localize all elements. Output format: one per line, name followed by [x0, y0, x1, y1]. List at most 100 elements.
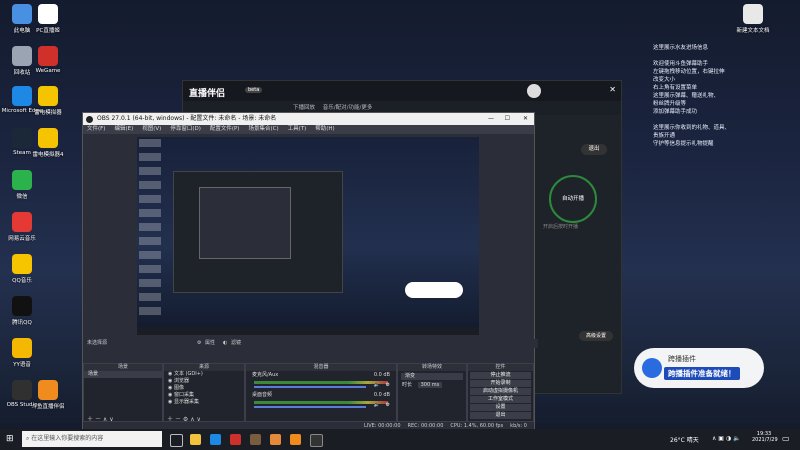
- settings-button[interactable]: 高级设置: [579, 331, 613, 341]
- desktop-icon[interactable]: 网易云音乐: [0, 212, 44, 242]
- wegame-icon[interactable]: [230, 434, 241, 445]
- menu-item[interactable]: 文件(F): [87, 126, 105, 132]
- volume-slider[interactable]: 🔈 ⚙: [254, 382, 390, 388]
- desktop-app-icon: [38, 128, 58, 148]
- channel-name: 麦克风/Aux: [252, 372, 279, 378]
- desktop-icon[interactable]: YY语音: [0, 338, 44, 368]
- volume-meter: [254, 381, 388, 384]
- menu-item[interactable]: 帮助(H): [315, 126, 334, 132]
- search-box[interactable]: ⌕ 在这里输入你要搜索的内容: [22, 431, 162, 447]
- speaker-icon[interactable]: 🔈: [374, 382, 380, 388]
- desktop-app-icon: [12, 170, 32, 190]
- start-button[interactable]: ⊞: [6, 434, 14, 444]
- virtual-camera-button[interactable]: 启动虚拟摄像机: [470, 388, 531, 395]
- tab-more[interactable]: 音乐/配对/功能/更多: [323, 105, 373, 111]
- desktop-icon-text-document[interactable]: 新建文本文档: [731, 4, 775, 34]
- source-item[interactable]: ◉ 文本 (GDI+): [164, 371, 244, 378]
- obs-window[interactable]: OBS 27.0.1 (64-bit, windows) - 配置文件: 未命名…: [82, 112, 538, 432]
- danmaku-info-line: 这里展示弹幕、赠送礼物、: [653, 93, 720, 99]
- auto-live-dial[interactable]: 自动开播: [549, 175, 597, 223]
- scenes-dock: 场景 场景 ＋ － ∧ ∨: [83, 363, 163, 425]
- desktop-app-icon: [38, 4, 58, 24]
- start-recording-button[interactable]: 开始录制: [470, 380, 531, 387]
- live-companion-taskbar-icon[interactable]: [270, 434, 281, 445]
- transitions-dock: 转场特效 渐变 时长 300 ms: [397, 363, 467, 425]
- volume-meter: [254, 401, 388, 404]
- volume-slider[interactable]: 🔈 ⚙: [254, 402, 390, 408]
- nested-desktop-icons: [139, 139, 161, 319]
- search-icon: ⌕: [26, 435, 30, 442]
- app-icon[interactable]: [250, 434, 261, 445]
- stop-live-button[interactable]: 退出: [581, 144, 607, 155]
- menu-item[interactable]: 配置文件(P): [210, 126, 240, 132]
- toast-message: 跨播插件准备就绪！: [664, 367, 740, 380]
- maximize-icon[interactable]: ☐: [505, 113, 510, 125]
- plugin-icon: [642, 358, 662, 378]
- menu-item[interactable]: 编辑(E): [114, 126, 133, 132]
- menu-item[interactable]: 场景集合(C): [248, 126, 278, 132]
- mixer-channel: 麦克风/Aux 0.0 dB 🔈 ⚙: [246, 371, 396, 391]
- source-item[interactable]: ◉ 显示器采集: [164, 399, 244, 406]
- close-icon[interactable]: ✕: [523, 113, 528, 125]
- desktop-icon[interactable]: PC直播姬: [26, 4, 70, 34]
- search-placeholder: 在这里输入你要搜索的内容: [31, 435, 104, 442]
- desktop-app-icon: [38, 86, 58, 106]
- desktop-icon[interactable]: 腾讯QQ: [0, 296, 44, 326]
- danmaku-info-line: 右上角有设置菜单: [653, 85, 698, 91]
- danmaku-info-line: 添加弹幕助手成功: [653, 109, 698, 115]
- duration-field[interactable]: 300 ms: [417, 382, 443, 388]
- desktop-icon[interactable]: WeGame: [26, 46, 70, 74]
- filter-icon[interactable]: ◐: [223, 339, 227, 348]
- source-item[interactable]: ◉ 窗口采集: [164, 392, 244, 399]
- desktop-app-icon: [12, 254, 32, 274]
- desktop-icon[interactable]: 斗鱼直播伴侣: [26, 380, 70, 410]
- gear-icon[interactable]: ⚙: [197, 339, 201, 348]
- nested-obs-window: [199, 187, 291, 259]
- minimize-icon[interactable]: —: [488, 113, 494, 125]
- browser-icon[interactable]: [210, 434, 221, 445]
- studio-mode-button[interactable]: 工作室模式: [470, 396, 531, 403]
- avatar[interactable]: [527, 84, 541, 98]
- gear-icon[interactable]: ⚙: [386, 402, 390, 408]
- desktop-app-icon: [12, 296, 32, 316]
- tab-replay[interactable]: 下播回放: [293, 105, 315, 111]
- properties-button[interactable]: 属性: [205, 339, 215, 348]
- danmaku-info-line: 守护等信息提示礼物提醒: [653, 141, 714, 147]
- desktop-icon[interactable]: 微信: [0, 170, 44, 200]
- exit-button[interactable]: 退出: [470, 412, 531, 419]
- desktop-icon[interactable]: QQ音乐: [0, 254, 44, 284]
- source-item[interactable]: ◉ 图像: [164, 385, 244, 392]
- danmaku-info-line: 粉丝牌升级等: [653, 101, 687, 107]
- no-source-label: 未选择源: [87, 340, 108, 346]
- nested-taskbar: [137, 327, 479, 335]
- auto-live-desc: 开启后按时开播: [543, 224, 579, 230]
- plugin-ready-toast: 跨播插件 跨播插件准备就绪！: [634, 348, 764, 388]
- task-view-icon[interactable]: [170, 434, 183, 447]
- file-explorer-icon[interactable]: [190, 434, 201, 445]
- notification-icon[interactable]: ▭: [782, 434, 790, 443]
- menu-item[interactable]: 停靠窗口(D): [170, 126, 201, 132]
- close-icon[interactable]: ✕: [609, 85, 616, 94]
- obs-taskbar-icon[interactable]: [310, 434, 323, 447]
- beta-badge: beta: [245, 87, 263, 93]
- danmaku-info-line: 欢迎使用斗鱼弹幕助手: [653, 61, 709, 67]
- settings-button[interactable]: 设置: [470, 404, 531, 411]
- gear-icon[interactable]: ⚙: [386, 382, 390, 388]
- tray-icons[interactable]: ∧ ▣ ◑ 🔈: [712, 435, 741, 442]
- channel-name: 桌面音频: [252, 392, 273, 398]
- preview-canvas[interactable]: [137, 137, 479, 335]
- speaker-icon[interactable]: 🔈: [374, 402, 380, 408]
- filters-button[interactable]: 滤镜: [231, 339, 241, 348]
- transition-select[interactable]: 渐变: [401, 373, 463, 380]
- menu-item[interactable]: 视图(V): [142, 126, 161, 132]
- desktop-icon[interactable]: 雷电模拟器4: [26, 128, 70, 158]
- stop-streaming-button[interactable]: 停止推流: [470, 372, 531, 379]
- menu-item[interactable]: 工具(T): [288, 126, 307, 132]
- douyu-taskbar-icon[interactable]: [290, 434, 301, 445]
- source-item[interactable]: ◉ 浏览器: [164, 378, 244, 385]
- desktop-icon[interactable]: 雷电模拟器: [26, 86, 70, 116]
- clock[interactable]: 19:33 2021/7/29: [752, 431, 778, 443]
- weather-widget[interactable]: 26°C 晴天: [670, 435, 699, 444]
- scene-item[interactable]: 场景: [84, 371, 162, 378]
- obs-titlebar[interactable]: OBS 27.0.1 (64-bit, windows) - 配置文件: 未命名…: [83, 113, 534, 125]
